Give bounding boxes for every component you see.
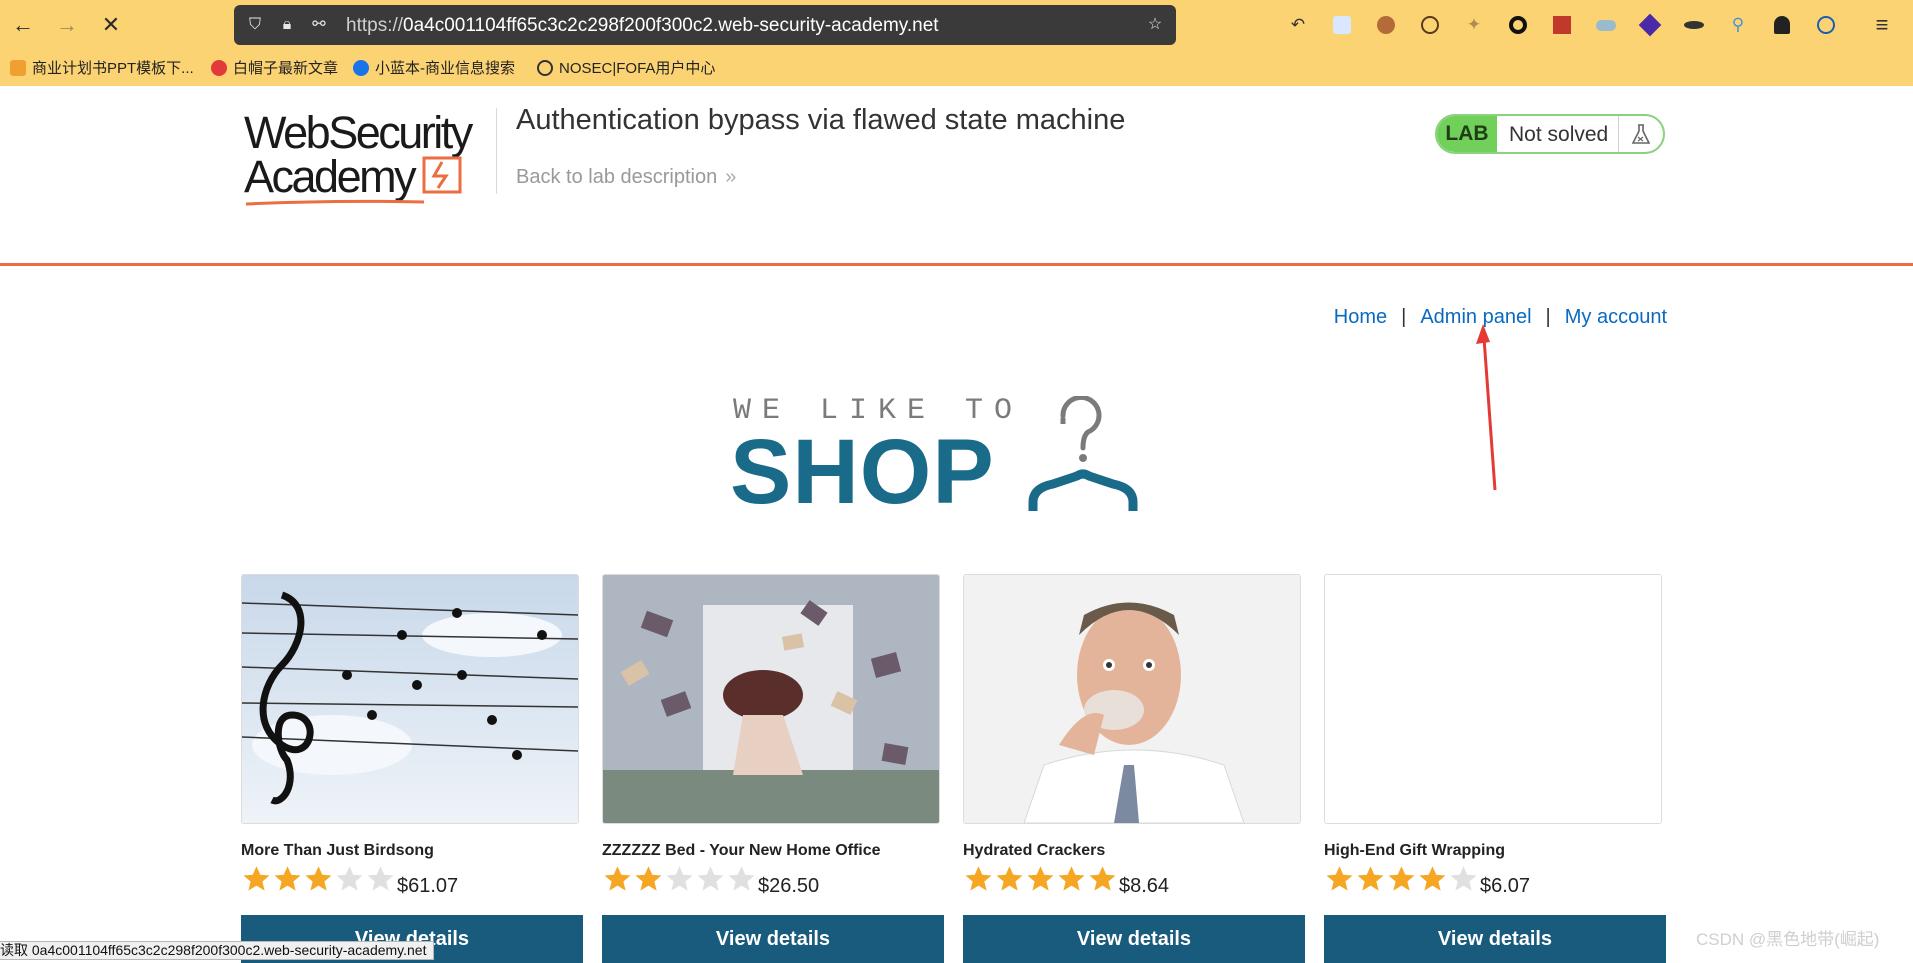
star-filled-icon [241, 864, 272, 899]
star-filled-icon [963, 864, 994, 899]
star-filled-icon [1025, 864, 1056, 899]
cube-extension-icon[interactable] [1638, 13, 1662, 37]
web-security-academy-logo[interactable]: WebSecurity Academy [244, 110, 494, 206]
header-separator-line [0, 263, 1913, 266]
product-image [242, 575, 578, 823]
star-empty-icon [1448, 864, 1479, 899]
product-name: ZZZZZZ Bed - Your New Home Office [602, 842, 881, 859]
lab-status-text: Not solved [1509, 123, 1609, 146]
product-rating [602, 864, 757, 899]
bookmark-item[interactable]: NOSEC|FOFA用户中心 [537, 57, 715, 78]
product-thumbnail[interactable] [1324, 574, 1662, 824]
top-navigation: Home | Admin panel | My account [1334, 306, 1667, 329]
site-permissions-icon[interactable]: ⚯ [308, 14, 330, 36]
bookmark-item[interactable]: 小蓝本-商业信息搜索 [353, 57, 515, 78]
hacker-extension-icon[interactable] [1770, 13, 1794, 37]
puzzle-extension-icon[interactable]: ✦ [1462, 13, 1486, 37]
star-filled-icon [994, 864, 1025, 899]
star-filled-icon [1056, 864, 1087, 899]
product-price: $8.64 [1119, 875, 1170, 897]
back-to-lab-description-link[interactable]: Back to lab description» [516, 166, 736, 189]
lab-badge: LAB [1437, 116, 1497, 152]
shop-banner: WE LIKE TO SHOP [730, 388, 1173, 523]
bookmark-favicon-icon [353, 59, 369, 76]
product-name: Hydrated Crackers [963, 842, 1106, 859]
toggle-extension-icon[interactable] [1594, 13, 1618, 37]
browser-toolbar: ← → ✕ ⛉ 🔒︎ ⚯ https://0a4c001104ff65c3c2c… [0, 0, 1913, 86]
product-image [603, 575, 939, 823]
lock-icon[interactable]: 🔒︎ [276, 14, 298, 36]
star-filled-icon [1417, 864, 1448, 899]
product-rating [241, 864, 396, 899]
stop-loading-icon[interactable]: ✕ [94, 8, 128, 42]
product-thumbnail[interactable] [963, 574, 1301, 824]
red-annotation-arrow-icon [1476, 324, 1497, 491]
product-name: High-End Gift Wrapping [1324, 842, 1506, 859]
star-filled-icon [272, 864, 303, 899]
gear-extension-icon[interactable] [1550, 13, 1574, 37]
account-extension-icon[interactable] [1814, 13, 1838, 37]
academy-logo-mark-icon [422, 156, 462, 194]
cookie-extension-icon[interactable] [1374, 13, 1398, 37]
url-text[interactable]: https://0a4c001104ff65c3c2c298f200f300c2… [346, 15, 939, 37]
flask-icon[interactable] [1618, 116, 1663, 152]
hat-extension-icon[interactable] [1682, 13, 1706, 37]
banner-shop-title: SHOP [730, 421, 995, 523]
star-filled-icon [602, 864, 633, 899]
star-filled-icon [1355, 864, 1386, 899]
bookmark-star-icon[interactable]: ☆ [1144, 14, 1166, 36]
product-price: $61.07 [397, 875, 459, 897]
menu-icon[interactable]: ≡ [1870, 12, 1894, 37]
nav-separator: | [1545, 306, 1551, 328]
lab-status-widget: LAB Not solved [1435, 114, 1665, 154]
nav-separator: | [1401, 306, 1407, 328]
chevron-right-icon: » [725, 166, 737, 188]
star-filled-icon [1324, 864, 1355, 899]
bookmark-item[interactable]: 商业计划书PPT模板下... [10, 57, 194, 78]
csdn-watermark: CSDN @黑色地带(崛起) [1696, 930, 1880, 949]
logo-underline-icon [245, 199, 425, 206]
circle-extension-icon[interactable] [1506, 13, 1530, 37]
star-empty-icon [365, 864, 396, 899]
star-empty-icon [664, 864, 695, 899]
star-filled-icon [1386, 864, 1417, 899]
product-price: $26.50 [758, 875, 820, 897]
address-bar[interactable]: ⛉ 🔒︎ ⚯ https://0a4c001104ff65c3c2c298f20… [234, 5, 1176, 45]
product-rating [963, 864, 1118, 899]
star-filled-icon [633, 864, 664, 899]
star-filled-icon [303, 864, 334, 899]
globe-icon [537, 59, 553, 76]
nav-my-account-link[interactable]: My account [1565, 306, 1667, 328]
product-rating [1324, 864, 1479, 899]
product-thumbnail[interactable] [602, 574, 940, 824]
pin-extension-icon[interactable]: ⚲ [1726, 13, 1750, 37]
bookmarks-bar: 商业计划书PPT模板下... 白帽子最新文章 小蓝本-商业信息搜索 NOSEC|… [0, 52, 1913, 84]
product-name: More Than Just Birdsong [241, 842, 434, 859]
hanger-icon [1028, 396, 1138, 511]
product-price: $6.07 [1480, 875, 1531, 897]
bird-extension-icon[interactable] [1330, 13, 1354, 37]
product-image [964, 575, 1300, 823]
shield-icon[interactable]: ⛉ [244, 14, 266, 36]
back-arrow-icon[interactable]: ← [6, 8, 40, 42]
bookmark-favicon-icon [211, 59, 227, 76]
star-empty-icon [726, 864, 757, 899]
star-empty-icon [695, 864, 726, 899]
star-empty-icon [334, 864, 365, 899]
lab-title: Authentication bypass via flawed state m… [516, 104, 1126, 136]
product-thumbnail[interactable] [241, 574, 579, 824]
star-filled-icon [1087, 864, 1118, 899]
bookmark-favicon-icon [10, 59, 26, 76]
header-divider [496, 108, 497, 194]
product-image [1325, 575, 1661, 823]
forward-arrow-icon[interactable]: → [50, 8, 84, 42]
cookie-editor-icon[interactable] [1418, 13, 1442, 37]
nav-home-link[interactable]: Home [1334, 306, 1387, 328]
bookmark-item[interactable]: 白帽子最新文章 [211, 57, 338, 78]
undo-extension-icon[interactable]: ↶ [1286, 13, 1310, 37]
browser-status-bar: 读取 0a4c001104ff65c3c2c298f200f300c2.web-… [0, 941, 434, 960]
